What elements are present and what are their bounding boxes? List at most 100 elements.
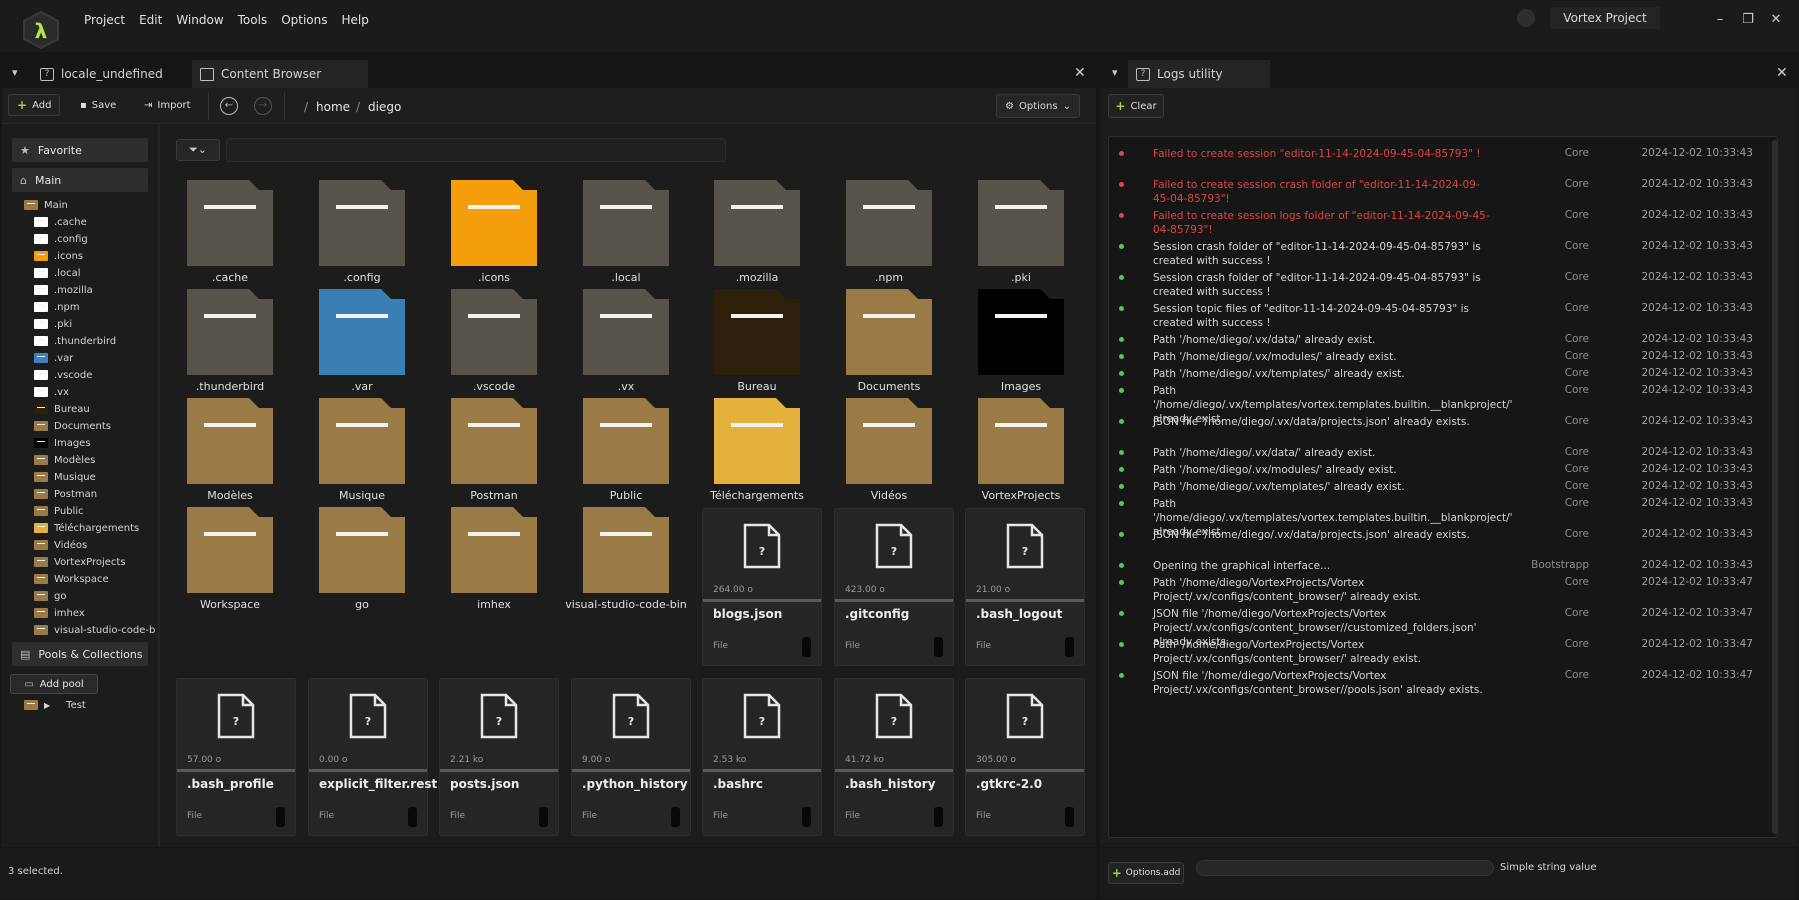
tab-logs-utility[interactable]: ? Logs utility xyxy=(1128,60,1270,88)
folder-tile[interactable] xyxy=(187,289,273,375)
sidebar-tree-item[interactable]: Bureau xyxy=(34,402,90,416)
file-card[interactable]: ? 21.00 o .bash_logout File xyxy=(965,508,1085,666)
sidebar-tree-item[interactable]: Workspace xyxy=(34,572,109,586)
sidebar-tree-item[interactable]: Images xyxy=(34,436,91,450)
folder-tile[interactable] xyxy=(319,289,405,375)
file-card[interactable]: ? 9.00 o .python_history File xyxy=(571,678,691,836)
folder-tile[interactable] xyxy=(846,398,932,484)
back-arrow-icon[interactable]: ← xyxy=(220,97,238,115)
close-window-icon[interactable]: ✕ xyxy=(1768,12,1784,28)
sidebar-tree-item[interactable]: .config xyxy=(34,232,88,246)
sidebar-tree-item[interactable]: go xyxy=(34,589,66,603)
sidebar-tree-item[interactable]: Postman xyxy=(34,487,97,501)
sidebar-tree-item[interactable]: .mozilla xyxy=(34,283,93,297)
add-pool-button[interactable]: ▭ Add pool xyxy=(10,674,98,694)
file-card[interactable]: ? 423.00 o .gitconfig File xyxy=(834,508,954,666)
sidebar-tree-item[interactable]: .thunderbird xyxy=(34,334,116,348)
menu-window[interactable]: Window xyxy=(176,13,223,27)
folder-tile[interactable] xyxy=(583,180,669,266)
breadcrumb-home[interactable]: home xyxy=(316,100,350,114)
sidebar-tree-item[interactable]: visual-studio-code-b xyxy=(34,623,155,637)
folder-tile[interactable] xyxy=(451,289,537,375)
folder-tile[interactable] xyxy=(319,507,405,593)
menu-tools[interactable]: Tools xyxy=(238,13,268,27)
string-value-input[interactable] xyxy=(1196,860,1494,876)
file-handle[interactable] xyxy=(1065,807,1074,827)
folder-tile[interactable] xyxy=(978,289,1064,375)
sidebar-tree-item[interactable]: .pki xyxy=(34,317,72,331)
file-handle[interactable] xyxy=(276,807,285,827)
sidebar-tree-item[interactable]: imhex xyxy=(34,606,85,620)
folder-tile[interactable] xyxy=(187,398,273,484)
search-input[interactable] xyxy=(226,138,726,162)
sidebar-tree-item[interactable]: .local xyxy=(34,266,80,280)
menu-project[interactable]: Project xyxy=(84,13,125,27)
folder-tile[interactable] xyxy=(187,507,273,593)
folder-tile[interactable] xyxy=(978,398,1064,484)
splitter[interactable] xyxy=(158,124,160,847)
folder-tile[interactable] xyxy=(319,180,405,266)
folder-tile[interactable] xyxy=(319,398,405,484)
sidebar-tree-item[interactable]: .var xyxy=(34,351,73,365)
panel-menu-icon[interactable]: ▾ xyxy=(12,66,18,79)
file-handle[interactable] xyxy=(1065,637,1074,657)
file-handle[interactable] xyxy=(802,637,811,657)
sidebar-main[interactable]: ⌂ Main xyxy=(12,168,148,192)
sidebar-tree-item[interactable]: VortexProjects xyxy=(34,555,126,569)
folder-tile[interactable] xyxy=(978,180,1064,266)
file-handle[interactable] xyxy=(934,807,943,827)
folder-tile[interactable] xyxy=(583,289,669,375)
sidebar-tree-item[interactable]: .icons xyxy=(34,249,83,263)
file-card[interactable]: ? 264.00 o blogs.json File xyxy=(702,508,822,666)
sidebar-tree-item[interactable]: .vx xyxy=(34,385,69,399)
sidebar-favorite[interactable]: ★ Favorite xyxy=(12,138,148,162)
tab-content-browser[interactable]: Content Browser xyxy=(192,60,368,88)
folder-tile[interactable] xyxy=(714,289,800,375)
folder-tile[interactable] xyxy=(451,398,537,484)
folder-tile[interactable] xyxy=(583,507,669,593)
file-handle[interactable] xyxy=(671,807,680,827)
file-card[interactable]: ? 0.00 o explicit_filter.rest File xyxy=(308,678,437,836)
sidebar-tree-item[interactable]: Téléchargements xyxy=(34,521,139,535)
menu-options[interactable]: Options xyxy=(281,13,327,27)
minimize-icon[interactable]: – xyxy=(1712,12,1728,28)
folder-tile[interactable] xyxy=(714,398,800,484)
tree-root-main[interactable]: Main xyxy=(24,198,68,212)
file-card[interactable]: ? 305.00 o .gtkrc-2.0 File xyxy=(965,678,1085,836)
folder-tile[interactable] xyxy=(846,289,932,375)
sidebar-tree-item[interactable]: .npm xyxy=(34,300,80,314)
folder-tile[interactable] xyxy=(451,180,537,266)
file-card[interactable]: ? 2.53 ko .bashrc File xyxy=(702,678,822,836)
log-scrollbar[interactable] xyxy=(1772,140,1778,834)
folder-tile[interactable] xyxy=(187,180,273,266)
file-handle[interactable] xyxy=(539,807,548,827)
sidebar-tree-item[interactable]: Public xyxy=(34,504,84,518)
tab-locale-undefined[interactable]: ? locale_undefined xyxy=(32,60,192,88)
menu-edit[interactable]: Edit xyxy=(139,13,162,27)
sidebar-pools-collections[interactable]: ▤ Pools & Collections xyxy=(12,642,148,666)
avatar[interactable] xyxy=(1517,9,1535,27)
maximize-icon[interactable]: ❐ xyxy=(1740,12,1756,28)
file-card[interactable]: ? 41.72 ko .bash_history File xyxy=(834,678,954,836)
folder-tile[interactable] xyxy=(451,507,537,593)
menu-help[interactable]: Help xyxy=(342,13,369,27)
file-card[interactable]: ? 57.00 o .bash_profile File xyxy=(176,678,296,836)
file-handle[interactable] xyxy=(802,807,811,827)
options-add-button[interactable]: + Options.add xyxy=(1108,862,1184,884)
sidebar-tree-item[interactable]: Documents xyxy=(34,419,111,433)
sidebar-tree-item[interactable]: Musique xyxy=(34,470,96,484)
sidebar-tree-item[interactable]: .cache xyxy=(34,215,87,229)
pool-item-test[interactable]: ▶ Test xyxy=(24,698,86,712)
options-dropdown[interactable]: ⚙ Options ⌄ xyxy=(996,94,1080,118)
import-button[interactable]: ⇥ Import xyxy=(136,94,199,116)
close-panel-icon[interactable]: ✕ xyxy=(1074,65,1086,81)
breadcrumb-diego[interactable]: diego xyxy=(368,100,401,114)
forward-arrow-icon[interactable]: → xyxy=(254,97,272,115)
file-handle[interactable] xyxy=(934,637,943,657)
filter-button[interactable]: ⏷⌄ xyxy=(176,139,220,161)
sidebar-tree-item[interactable]: Modèles xyxy=(34,453,95,467)
sidebar-tree-item[interactable]: .vscode xyxy=(34,368,92,382)
folder-tile[interactable] xyxy=(583,398,669,484)
folder-tile[interactable] xyxy=(714,180,800,266)
close-panel-icon[interactable]: ✕ xyxy=(1776,65,1788,81)
